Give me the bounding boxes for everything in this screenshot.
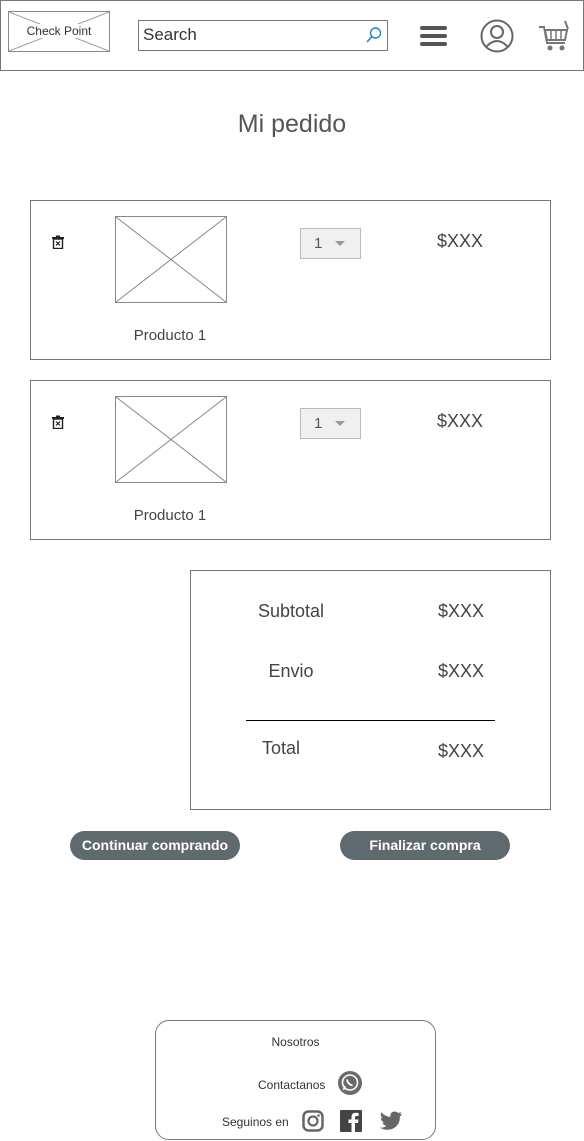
footer: Nosotros Contactanos Seguinos en [155,1020,436,1140]
image-placeholder [116,217,226,302]
subtotal-value: $XXX [438,601,485,621]
subtotal-label: Subtotal [257,601,325,621]
search-icon[interactable] [365,26,383,44]
search-box[interactable] [138,20,388,51]
cart-icon[interactable] [537,19,571,53]
quantity-value: 1 [314,415,323,432]
footer-contact-link[interactable]: Contactanos [258,1078,325,1092]
shipping-label: Envio [268,661,314,681]
twitter-icon[interactable] [379,1111,403,1131]
order-summary: Subtotal $XXX Envio $XXX Total $XXX [190,570,551,810]
quantity-select[interactable]: 1 [300,228,361,259]
quantity-value: 1 [314,235,323,252]
menu-icon[interactable] [419,23,449,49]
continue-shopping-button[interactable]: Continuar comprando [70,831,240,860]
checkout-button[interactable]: Finalizar compra [340,831,510,860]
trash-icon[interactable] [51,235,65,249]
user-icon[interactable] [480,19,514,53]
product-price: $XXX [437,231,484,251]
product-price: $XXX [437,411,484,431]
footer-about-link[interactable]: Nosotros [156,1035,435,1049]
footer-follow-label: Seguinos en [222,1115,289,1129]
chevron-down-icon [335,421,345,426]
total-label: Total [261,738,301,758]
whatsapp-icon[interactable] [337,1070,363,1096]
product-name[interactable]: Producto 1 [115,507,225,524]
instagram-icon[interactable] [302,1110,324,1132]
product-image[interactable] [115,216,227,303]
summary-divider [246,720,495,721]
cart-item: Producto 1 1 $XXX [30,200,551,360]
product-image[interactable] [115,396,227,483]
cart-item: Producto 1 1 $XXX [30,380,551,540]
logo-text: Check Point [24,24,94,38]
page-title: Mi pedido [237,110,347,138]
image-placeholder [116,397,226,482]
quantity-select[interactable]: 1 [300,408,361,439]
search-input[interactable] [139,21,358,48]
header-bar: Check Point [0,0,584,71]
product-name[interactable]: Producto 1 [115,327,225,344]
chevron-down-icon [335,241,345,246]
total-value: $XXX [438,741,485,761]
shipping-value: $XXX [438,661,485,681]
facebook-icon[interactable] [340,1110,362,1132]
trash-icon[interactable] [51,415,65,429]
logo[interactable]: Check Point [8,11,110,52]
